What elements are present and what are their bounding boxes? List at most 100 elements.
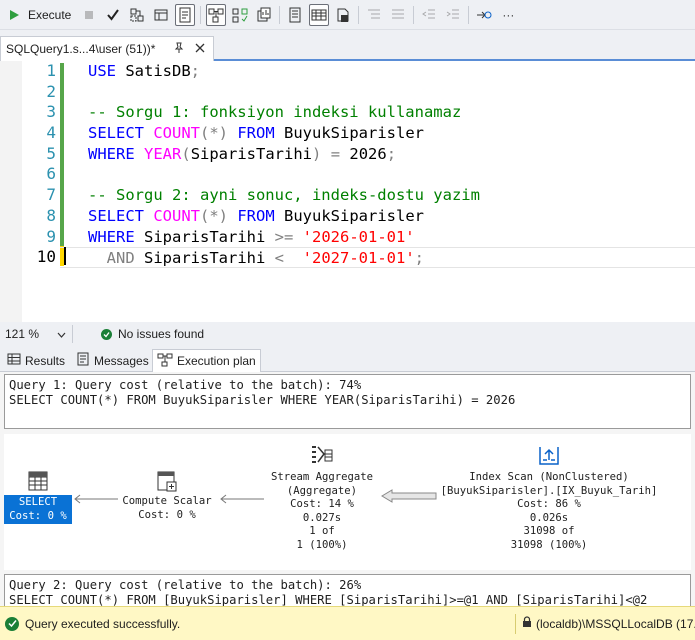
document-tab-strip: SQLQuery1.s...4\user (51))* bbox=[0, 30, 695, 61]
estimated-plan-icon[interactable] bbox=[127, 4, 147, 26]
issues-text: No issues found bbox=[118, 327, 205, 341]
operator: (*) bbox=[200, 124, 228, 143]
toolbar-separator bbox=[358, 5, 360, 24]
query1-sql: SELECT COUNT(*) FROM BuyukSiparisler WHE… bbox=[9, 393, 516, 407]
stream-aggregate-time: 0.027s bbox=[302, 511, 342, 524]
live-statistics-icon[interactable] bbox=[230, 4, 250, 26]
tab-results-label: Results bbox=[25, 353, 66, 368]
toolbar-separator bbox=[200, 5, 202, 24]
index-scan-object: [BuyukSiparisler].[IX_Buyuk_Tarih] bbox=[440, 484, 658, 497]
increase-indent-icon[interactable] bbox=[443, 4, 463, 26]
server-name: (localdb)\MSSQLLocalDB (17... bbox=[536, 616, 695, 631]
query1-header[interactable]: Query 1: Query cost (relative to the bat… bbox=[4, 374, 691, 429]
execute-icon[interactable] bbox=[4, 4, 24, 26]
code-line-1: USE SatisDB; bbox=[88, 61, 695, 82]
code-line-10: AND SiparisTarihi < '2027-01-01'; bbox=[60, 247, 695, 268]
operator: ; bbox=[414, 249, 424, 268]
query2-header[interactable]: Query 2: Query cost (relative to the bat… bbox=[4, 574, 691, 606]
line-number: 6 bbox=[46, 164, 56, 184]
status-message: Query executed successfully. bbox=[25, 616, 181, 631]
keyword: SELECT bbox=[88, 124, 144, 143]
tab-title: SQLQuery1.s...4\user (51))* bbox=[6, 42, 156, 56]
stream-aggregate-label: Stream Aggregate bbox=[270, 471, 374, 483]
string-literal: '2027-01-01' bbox=[284, 249, 415, 268]
plan-node-compute-scalar[interactable]: Compute Scalar Cost: 0 % bbox=[116, 470, 218, 522]
line-number: 4 bbox=[46, 123, 56, 143]
results-to-text-icon[interactable] bbox=[175, 3, 196, 26]
more-options-icon[interactable]: ··· bbox=[498, 4, 518, 26]
check-circle-icon bbox=[101, 328, 112, 340]
plan-graph: SELECT Cost: 0 % Compute Scalar Cost: 0 … bbox=[4, 434, 691, 570]
tab-messages-label: Messages bbox=[94, 353, 149, 368]
results-grid-icon[interactable] bbox=[309, 3, 330, 26]
execute-button[interactable]: Execute bbox=[28, 4, 75, 26]
grid-icon bbox=[7, 353, 25, 368]
comment-lines-icon[interactable] bbox=[364, 4, 384, 26]
results-file-icon[interactable] bbox=[333, 4, 353, 26]
pin-icon[interactable] bbox=[173, 42, 185, 57]
compute-scalar-cost: Cost: 0 % bbox=[138, 508, 196, 521]
client-statistics-icon[interactable] bbox=[254, 4, 274, 26]
tab-execution-plan-label: Execution plan bbox=[177, 354, 256, 368]
plan-node-index-scan[interactable]: Index Scan (NonClustered) [BuyukSiparisl… bbox=[434, 444, 664, 552]
plan-arrow bbox=[220, 494, 264, 504]
server-connection: (localdb)\MSSQLLocalDB (17... bbox=[515, 613, 695, 634]
execution-plan-icon bbox=[157, 353, 177, 370]
tab-execution-plan[interactable]: Execution plan bbox=[152, 349, 261, 372]
parse-checkmark-icon[interactable] bbox=[103, 4, 123, 26]
query1-cost: Query 1: Query cost (relative to the bat… bbox=[9, 378, 362, 392]
line-number-current: 10 bbox=[36, 247, 56, 267]
line-number: 3 bbox=[46, 102, 56, 122]
operator: ) bbox=[312, 144, 322, 163]
result-tabs: Results Messages Execution plan bbox=[0, 346, 695, 372]
index-scan-estimate: 31098 (100%) bbox=[510, 538, 588, 551]
select-operator-icon bbox=[4, 470, 72, 492]
keyword: FROM bbox=[228, 124, 275, 143]
code-area[interactable]: USE SatisDB; -- Sorgu 1: fonksiyon indek… bbox=[60, 61, 695, 268]
plan-node-stream-aggregate[interactable]: Stream Aggregate (Aggregate) Cost: 14 % … bbox=[262, 444, 382, 552]
query-editor[interactable]: 1 2 3 4 5 6 7 8 9 10 USE SatisDB; -- Sor… bbox=[0, 61, 695, 322]
plan-arrow-thick bbox=[381, 489, 437, 503]
tab-messages[interactable]: Messages bbox=[72, 349, 153, 372]
stream-aggregate-estimate: 1 (100%) bbox=[296, 538, 348, 551]
code-line-4: SELECT COUNT(*) FROM BuyukSiparisler bbox=[88, 123, 695, 144]
editor-margin bbox=[0, 61, 22, 322]
actual-plan-icon[interactable] bbox=[206, 3, 227, 26]
identifier: SiparisTarihi bbox=[134, 249, 266, 268]
code-line-9: WHERE SiparisTarihi >= '2026-01-01' bbox=[88, 227, 695, 248]
keyword: SELECT bbox=[88, 206, 144, 225]
select-cost: Cost: 0 % bbox=[9, 509, 67, 522]
close-icon[interactable] bbox=[195, 42, 205, 56]
toolbar-separator bbox=[413, 5, 415, 24]
zoom-dropdown[interactable]: 121 % bbox=[5, 325, 73, 343]
function: YEAR bbox=[134, 144, 182, 163]
tab-sqlquery1[interactable]: SQLQuery1.s...4\user (51))* bbox=[0, 36, 214, 61]
execution-plan-pane: Query 1: Query cost (relative to the bat… bbox=[0, 372, 695, 606]
index-scan-cost: Cost: 86 % bbox=[517, 498, 581, 510]
stream-aggregate-icon bbox=[262, 444, 382, 468]
issues-indicator[interactable]: No issues found bbox=[101, 327, 204, 341]
identifier: SiparisTarihi bbox=[134, 227, 266, 246]
messages-icon bbox=[76, 352, 94, 369]
number-literal: 2026 bbox=[340, 144, 387, 163]
specify-template-values-icon[interactable] bbox=[474, 4, 494, 26]
keyword: FROM bbox=[228, 206, 275, 225]
identifier: BuyukSiparisler bbox=[274, 206, 424, 225]
stream-aggregate-rows: 1 of bbox=[309, 525, 335, 537]
line-number: 1 bbox=[46, 61, 56, 80]
operator: >= bbox=[265, 227, 294, 246]
plan-node-select[interactable]: SELECT Cost: 0 % bbox=[4, 470, 72, 524]
change-tracking-margin bbox=[60, 61, 65, 322]
identifier: SiparisTarihi bbox=[190, 144, 313, 163]
select-label: SELECT bbox=[18, 496, 58, 508]
results-text-icon[interactable] bbox=[285, 4, 305, 26]
results-to-grid-icon[interactable] bbox=[151, 4, 171, 26]
tab-results[interactable]: Results bbox=[3, 349, 69, 372]
decrease-indent-icon[interactable] bbox=[419, 4, 439, 26]
lock-icon bbox=[522, 616, 532, 631]
operator: < bbox=[265, 249, 284, 268]
uncomment-lines-icon[interactable] bbox=[388, 4, 408, 26]
compute-scalar-label: Compute Scalar bbox=[122, 495, 212, 507]
stop-icon[interactable] bbox=[79, 4, 99, 26]
